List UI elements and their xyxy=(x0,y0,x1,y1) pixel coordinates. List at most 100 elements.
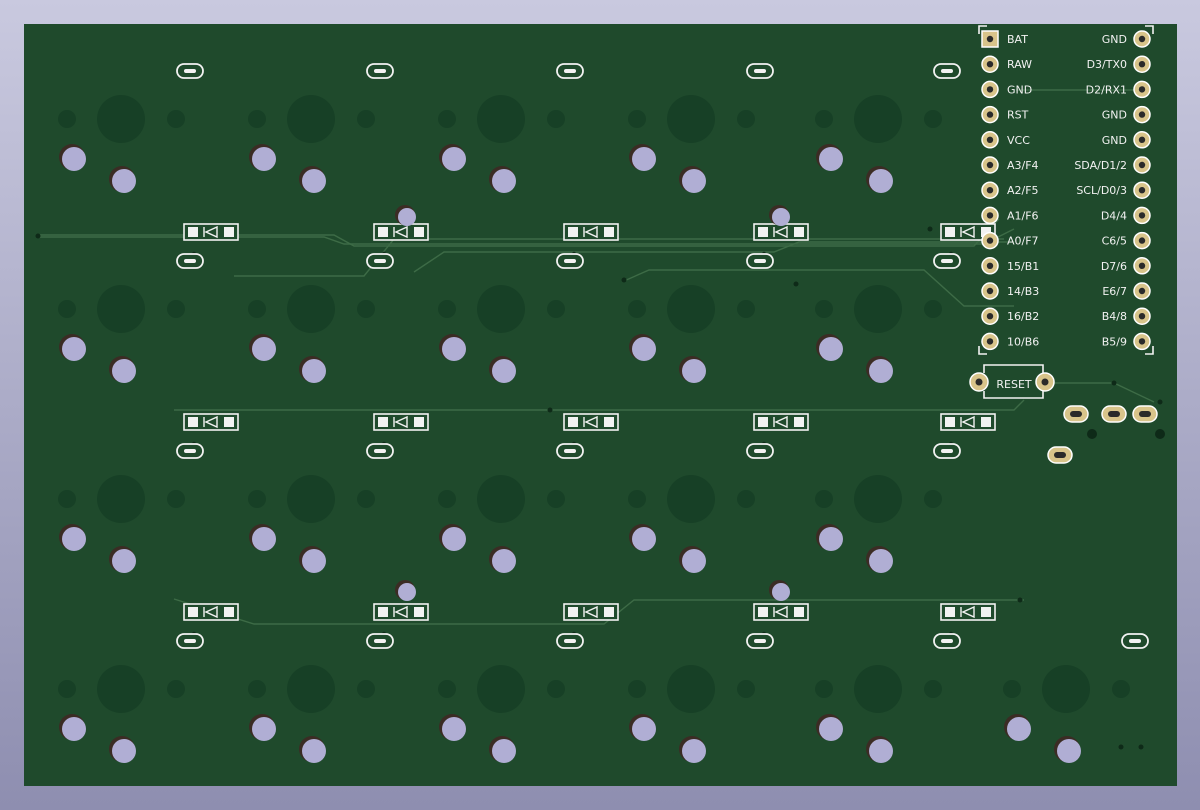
switch-pad-slot xyxy=(941,639,953,643)
diode-footprint xyxy=(563,223,619,241)
pin-label-left: BAT xyxy=(1007,33,1028,46)
switch-side-hole-right xyxy=(167,300,185,318)
switch-center-hole xyxy=(854,475,902,523)
pin-drill xyxy=(1138,237,1146,244)
switch-pin-hole-1 xyxy=(442,337,466,361)
switch-center-hole xyxy=(287,95,335,143)
switch-side-hole-right xyxy=(737,110,755,128)
pin-label-left: 14/B3 xyxy=(1007,285,1039,298)
pin-drill xyxy=(1138,136,1146,143)
pin-drill xyxy=(986,161,994,169)
switch-pin-hole-2 xyxy=(869,549,893,573)
switch-side-hole-left xyxy=(248,110,266,128)
pin-drill xyxy=(1138,161,1146,169)
switch-side-hole-right xyxy=(167,680,185,698)
pin-drill xyxy=(986,35,994,43)
pin-drill xyxy=(986,237,994,244)
pin-drill xyxy=(986,187,994,194)
diode-pad-a xyxy=(945,607,955,617)
via-10 xyxy=(927,226,933,232)
switch-pad-slot xyxy=(1129,639,1141,643)
diode-footprint xyxy=(373,223,429,241)
stab-hole-1 xyxy=(398,208,416,226)
switch-side-hole-left xyxy=(58,300,76,318)
switch-side-hole-left xyxy=(628,680,646,698)
switch-side-hole-left xyxy=(815,490,833,508)
diode-pad-a xyxy=(378,417,388,427)
pin-label-right: C6/5 xyxy=(1102,235,1127,248)
switch-footprint-19 xyxy=(628,633,774,763)
diode-pad-k xyxy=(604,227,614,237)
switch-side-hole-right xyxy=(547,110,565,128)
pin-drill xyxy=(986,338,994,345)
switch-pin-hole-2 xyxy=(682,359,706,383)
switch-footprint-3 xyxy=(438,63,619,257)
switch-center-hole xyxy=(854,665,902,713)
switch-side-hole-right xyxy=(737,490,755,508)
pin-label-right: D4/4 xyxy=(1101,209,1127,222)
switch-footprint-4 xyxy=(628,63,809,257)
pin-label-left: A2/F5 xyxy=(1007,184,1039,197)
switch-side-hole-left xyxy=(815,680,833,698)
via-8 xyxy=(621,277,627,283)
diode-footprint xyxy=(183,223,239,241)
connector-drill xyxy=(1139,411,1151,417)
diode-pad-k xyxy=(414,607,424,617)
switch-center-hole xyxy=(477,285,525,333)
switch-side-hole-right xyxy=(924,300,942,318)
pin-label-left: VCC xyxy=(1007,134,1030,147)
switch-side-hole-left xyxy=(248,300,266,318)
switch-pin-hole-2 xyxy=(492,549,516,573)
switch-center-hole xyxy=(477,475,525,523)
switch-side-hole-left xyxy=(438,490,456,508)
pin-drill xyxy=(1138,111,1146,118)
switch-pin-hole-2 xyxy=(869,739,893,763)
switch-side-hole-right xyxy=(737,680,755,698)
pin-drill xyxy=(1138,187,1146,194)
switch-pin-hole-2 xyxy=(682,549,706,573)
via-4 xyxy=(1118,744,1124,750)
switch-side-hole-left xyxy=(628,110,646,128)
switch-pin-hole-1 xyxy=(632,527,656,551)
pin-drill xyxy=(1138,313,1146,320)
switch-pin-hole-2 xyxy=(682,169,706,193)
diode-pad-k xyxy=(224,417,234,427)
switch-pin-hole-1 xyxy=(442,147,466,171)
switch-pad-slot xyxy=(564,639,576,643)
pin-drill xyxy=(986,111,994,118)
stab-hole-4 xyxy=(772,583,790,601)
pin-label-left: 16/B2 xyxy=(1007,310,1039,323)
pin-label-right: SDA/D1/2 xyxy=(1074,159,1127,172)
diode-pad-k xyxy=(414,227,424,237)
diode-footprint xyxy=(940,413,996,431)
switch-pin-hole-2 xyxy=(112,359,136,383)
diode-footprint xyxy=(753,223,809,241)
pin-drill xyxy=(986,262,994,269)
diode-pad-a xyxy=(758,607,768,617)
diode-pad-a xyxy=(378,607,388,617)
switch-footprint-13 xyxy=(438,443,619,637)
switch-center-hole xyxy=(287,665,335,713)
pin-label-right: GND xyxy=(1102,134,1127,147)
switch-footprint-2 xyxy=(248,63,429,257)
switch-pad-slot xyxy=(941,449,953,453)
pin-label-left: A0/F7 xyxy=(1007,235,1039,248)
pin-label-right: D7/6 xyxy=(1101,260,1127,273)
switch-pad-slot xyxy=(374,639,386,643)
switch-pad-slot xyxy=(184,449,196,453)
connector-drill xyxy=(1054,452,1066,458)
pin-label-right: B5/9 xyxy=(1102,335,1127,348)
switch-footprint-14 xyxy=(628,443,809,637)
switch-pin-hole-1 xyxy=(62,337,86,361)
switch-side-hole-right xyxy=(167,490,185,508)
switch-pin-hole-2 xyxy=(869,359,893,383)
switch-pad-slot xyxy=(564,449,576,453)
pin-label-right: SCL/D0/3 xyxy=(1076,184,1127,197)
switch-pad-slot xyxy=(754,69,766,73)
switch-pin-hole-2 xyxy=(1057,739,1081,763)
switch-pin-hole-1 xyxy=(62,527,86,551)
diode-pad-a xyxy=(188,227,198,237)
diode-footprint xyxy=(373,413,429,431)
diode-pad-k xyxy=(604,417,614,427)
diode-footprint xyxy=(183,603,239,621)
